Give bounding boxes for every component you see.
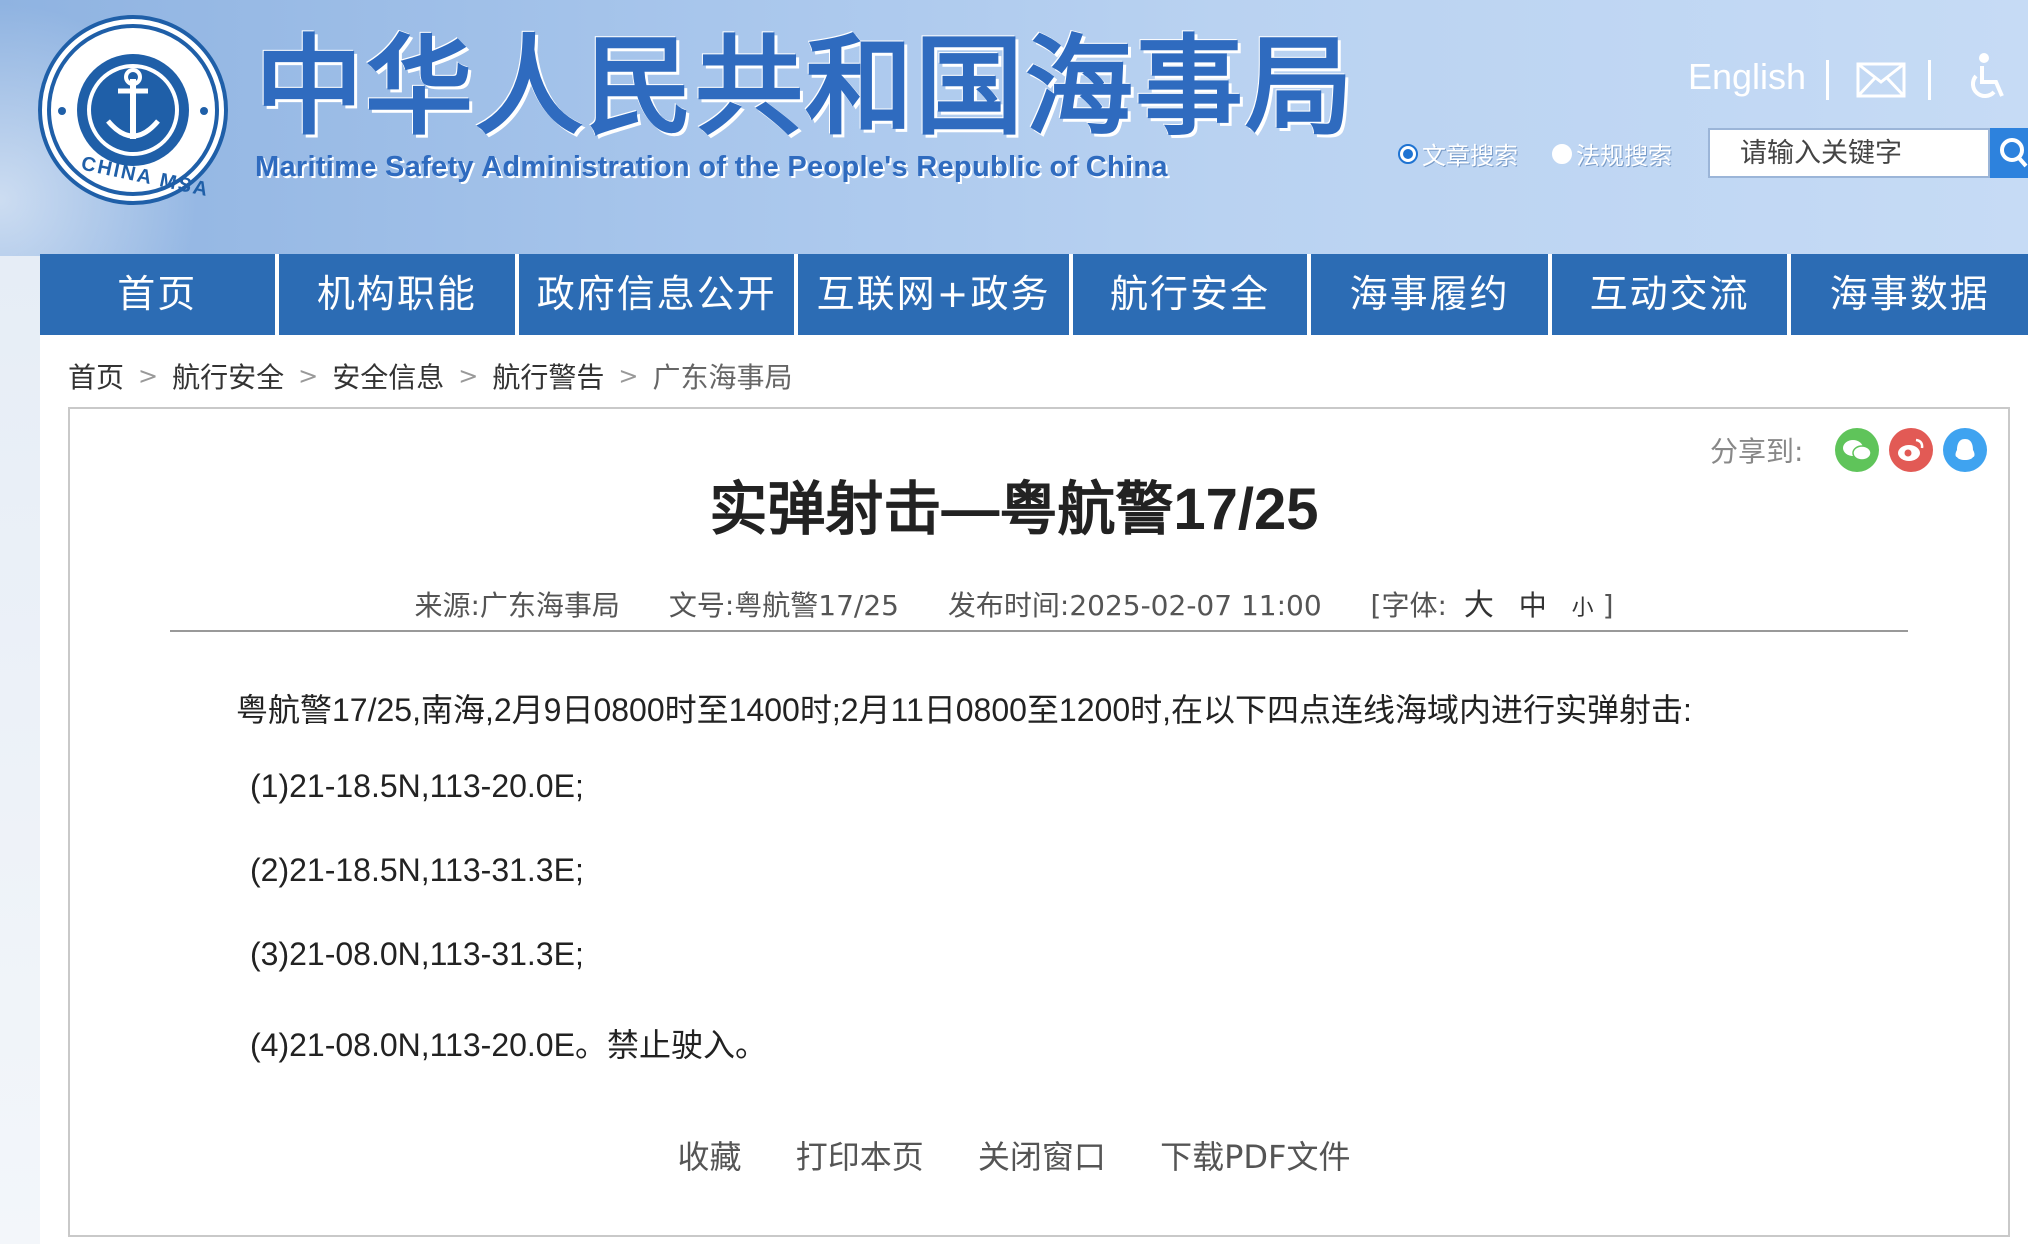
breadcrumb-safety-info[interactable]: 安全信息 — [332, 356, 444, 396]
search-button[interactable] — [1990, 128, 2028, 178]
download-pdf-button[interactable]: 下载PDF文件 — [1160, 1138, 1350, 1176]
breadcrumb-separator: > — [458, 362, 479, 390]
nav-data[interactable]: 海事数据 — [1791, 254, 2028, 335]
search-type-article[interactable]: 文章搜索 — [1398, 136, 1518, 171]
coordinate-point-3: (3)21-08.0N,113-31.3E; — [250, 936, 584, 972]
meta-divider — [170, 630, 1908, 632]
breadcrumb-separator: > — [618, 362, 639, 390]
article-intro: 粤航警17/25,南海,2月9日0800时至1400时;2月11日0800至12… — [236, 692, 1692, 728]
font-size-small-button[interactable]: 小 — [1572, 596, 1594, 621]
nav-internet-gov[interactable]: 互联网+政务 — [798, 254, 1069, 335]
font-size-medium-button[interactable]: 中 — [1519, 589, 1547, 622]
breadcrumb-home[interactable]: 首页 — [68, 356, 124, 396]
radio-law[interactable] — [1552, 143, 1572, 164]
close-window-button[interactable]: 关闭窗口 — [978, 1138, 1106, 1176]
site-title-cn[interactable]: 中华人民共和国海事局 — [255, 30, 1355, 146]
nav-compliance[interactable]: 海事履约 — [1311, 254, 1548, 335]
coordinate-point-1: (1)21-18.5N,113-20.0E; — [250, 768, 584, 804]
breadcrumb-nav-warnings[interactable]: 航行警告 — [492, 356, 604, 396]
search-type-law-label: 法规搜索 — [1576, 142, 1672, 170]
article-actions: 收藏 打印本页 关闭窗口 下载PDF文件 — [0, 1132, 2028, 1178]
font-size-large-button[interactable]: 大 — [1464, 588, 1494, 623]
header-separator — [1928, 60, 1931, 100]
breadcrumb-current: 广东海事局 — [652, 361, 793, 394]
breadcrumb-navigation-safety[interactable]: 航行安全 — [172, 356, 284, 396]
font-size-close: ] — [1602, 589, 1614, 622]
radio-article[interactable] — [1398, 143, 1418, 164]
nav-home[interactable]: 首页 — [40, 254, 275, 335]
nav-functions[interactable]: 机构职能 — [278, 254, 516, 335]
article-published: 发布时间:2025-02-07 11:00 — [947, 589, 1322, 622]
search-type-law[interactable]: 法规搜索 — [1552, 136, 1672, 171]
article-source: 来源:广东海事局 — [414, 589, 620, 622]
article-meta: 来源:广东海事局 文号:粤航警17/25 发布时间:2025-02-07 11:… — [0, 580, 2028, 624]
left-background — [0, 256, 40, 1244]
mail-icon[interactable] — [1856, 62, 1906, 102]
coordinate-point-2: (2)21-18.5N,113-31.3E; — [250, 852, 584, 888]
print-button[interactable]: 打印本页 — [796, 1138, 924, 1176]
nav-gov-info[interactable]: 政府信息公开 — [519, 254, 795, 335]
font-size-label: [字体: — [1370, 589, 1447, 622]
search-input[interactable] — [1708, 128, 1990, 178]
breadcrumb: 首页 > 航行安全 > 安全信息 > 航行警告 > 广东海事局 — [68, 356, 793, 396]
main-nav: 首页 机构职能 政府信息公开 互联网+政务 航行安全 海事履约 互动交流 海事数… — [40, 254, 2028, 335]
favorite-button[interactable]: 收藏 — [678, 1138, 742, 1176]
article-title: 实弹射击—粤航警17/25 — [709, 477, 1319, 542]
english-link[interactable]: English — [1688, 56, 1806, 98]
breadcrumb-separator: > — [138, 362, 159, 390]
breadcrumb-separator: > — [298, 362, 319, 390]
accessibility-icon[interactable] — [1964, 52, 2008, 108]
search-type-article-label: 文章搜索 — [1422, 142, 1518, 170]
nav-interaction[interactable]: 互动交流 — [1551, 254, 1788, 335]
coordinate-point-4: (4)21-08.0N,113-20.0E。禁止驶入。 — [250, 1027, 767, 1063]
article-doc-number: 文号:粤航警17/25 — [668, 589, 899, 622]
nav-navigation-safety[interactable]: 航行安全 — [1072, 254, 1308, 335]
header-separator — [1826, 60, 1829, 100]
site-title-en: Maritime Safety Administration of the Pe… — [255, 151, 1168, 183]
search-icon — [2000, 138, 2028, 168]
